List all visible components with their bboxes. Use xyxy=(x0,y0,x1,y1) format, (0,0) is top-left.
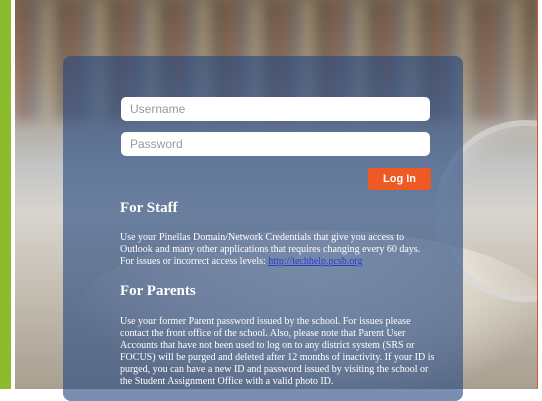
staff-instructions: Use your Pinellas Domain/Network Credent… xyxy=(120,232,436,268)
parents-heading: For Parents xyxy=(120,283,196,299)
login-button[interactable]: Log In xyxy=(368,168,431,190)
left-border-bar xyxy=(0,0,15,389)
techhelp-link[interactable]: http://techhelp.pcsb.org xyxy=(268,256,362,267)
right-border-bar xyxy=(537,0,542,389)
staff-heading: For Staff xyxy=(120,200,178,216)
username-input[interactable] xyxy=(121,97,430,121)
password-input[interactable] xyxy=(121,132,430,156)
parents-instructions: Use your former Parent password issued b… xyxy=(120,316,435,387)
